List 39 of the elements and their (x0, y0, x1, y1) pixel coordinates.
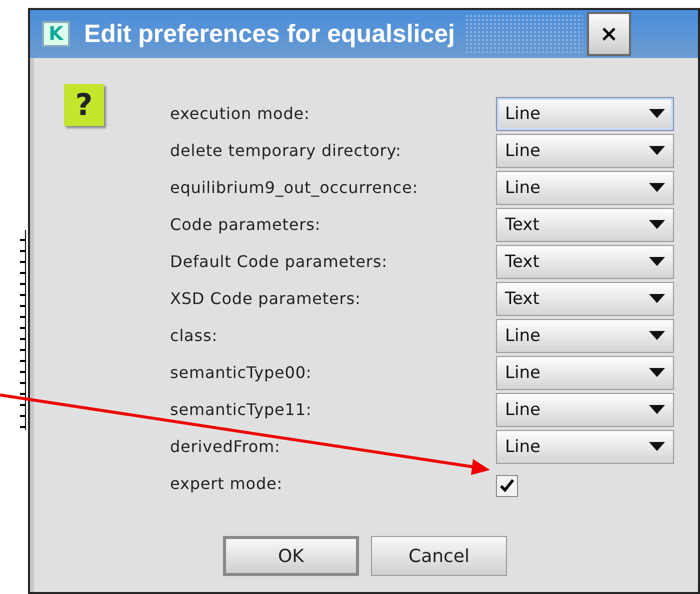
field-label: class: (170, 326, 219, 345)
field-label: delete temporary directory: (170, 141, 402, 160)
dropdown[interactable]: Line (496, 392, 674, 426)
dropdown-arrow-icon (649, 442, 665, 451)
field-label: Default Code parameters: (170, 252, 388, 271)
checkbox[interactable] (496, 474, 518, 496)
field-label: Code parameters: (170, 215, 322, 234)
field-label: XSD Code parameters: (170, 289, 362, 308)
dropdown[interactable]: Text (496, 244, 674, 278)
help-icon: ? (64, 84, 104, 126)
window-title: Edit preferences for equalslicej (84, 20, 455, 48)
dropdown[interactable]: Line (496, 356, 674, 390)
dialog-button[interactable]: OK (223, 536, 359, 576)
dropdown[interactable]: Line (496, 318, 674, 352)
field-label: execution mode: (170, 104, 311, 123)
close-button[interactable]: × (586, 12, 631, 56)
dropdown[interactable]: Line (496, 96, 674, 130)
field-label: equilibrium9_out_occurrence: (170, 178, 420, 197)
field-label: semanticType11: (170, 400, 313, 419)
dropdown[interactable]: Text (496, 208, 674, 242)
dropdown[interactable]: Text (496, 282, 674, 316)
checkmark-icon (500, 479, 514, 492)
app-icon: K (42, 21, 70, 47)
dropdown-arrow-icon (649, 146, 665, 155)
dropdown-arrow-icon (649, 368, 665, 377)
field-label: derivedFrom: (170, 437, 282, 456)
dropdown[interactable]: Line (496, 134, 674, 168)
dropdown[interactable]: Line (496, 170, 674, 204)
dropdown-arrow-icon (649, 109, 665, 118)
dropdown-arrow-icon (649, 257, 665, 266)
dropdown-arrow-icon (649, 331, 665, 340)
dialog-button[interactable]: Cancel (371, 536, 507, 576)
dropdown-arrow-icon (649, 405, 665, 414)
dropdown-arrow-icon (649, 183, 665, 192)
field-label: expert mode: (170, 474, 284, 493)
dropdown-arrow-icon (649, 220, 665, 229)
dropdown[interactable]: Line (496, 430, 674, 464)
field-label: semanticType00: (170, 363, 313, 382)
dropdown-arrow-icon (649, 294, 665, 303)
